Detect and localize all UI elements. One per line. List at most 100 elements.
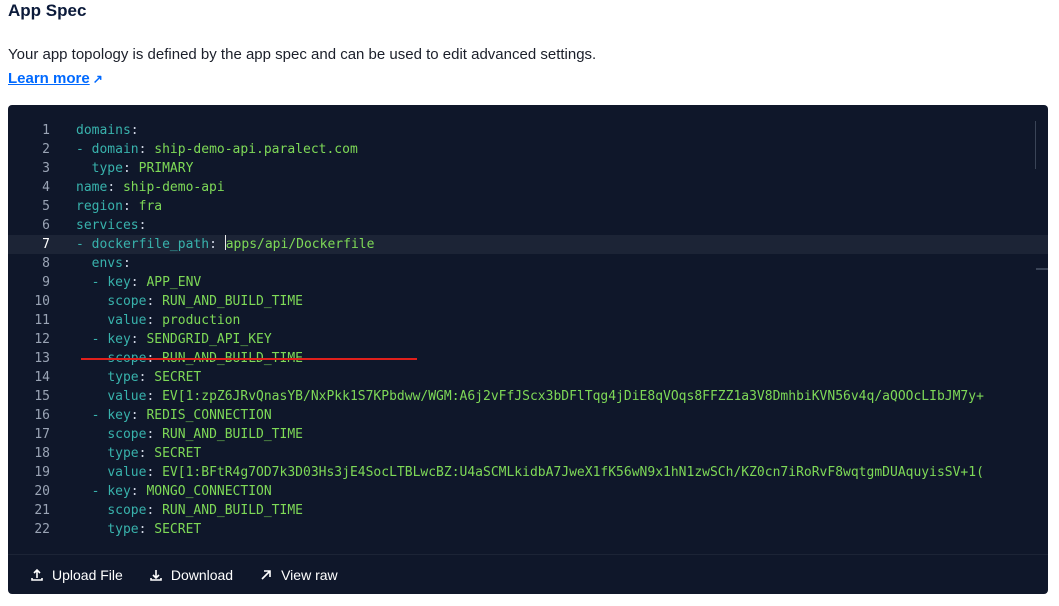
yaml-key: type bbox=[107, 446, 139, 461]
code-text: region: fra bbox=[76, 199, 163, 214]
code-line[interactable]: 5 region: fra bbox=[8, 197, 1048, 216]
yaml-key: key bbox=[107, 332, 131, 347]
line-number: 4 bbox=[42, 180, 50, 195]
yaml-value: fra bbox=[138, 199, 163, 214]
yaml-value: production bbox=[162, 313, 241, 328]
arrow-up-right-icon bbox=[261, 569, 271, 580]
yaml-key: key bbox=[107, 408, 131, 423]
yaml-value: REDIS_CONNECTION bbox=[146, 408, 272, 423]
line-number: 5 bbox=[42, 199, 50, 214]
line-number: 10 bbox=[34, 294, 50, 309]
view-raw-button[interactable]: View raw bbox=[259, 567, 338, 583]
code-line[interactable]: 11 value: production bbox=[8, 311, 1048, 330]
code-line[interactable]: 21 scope: RUN_AND_BUILD_TIME bbox=[8, 501, 1048, 520]
line-number: 8 bbox=[42, 256, 50, 271]
yaml-key: type bbox=[107, 522, 139, 537]
yaml-value: RUN_AND_BUILD_TIME bbox=[162, 427, 303, 442]
code-line[interactable]: 6 services: bbox=[8, 216, 1048, 235]
line-number: 16 bbox=[34, 408, 50, 423]
line-number: 18 bbox=[34, 446, 50, 461]
yaml-value: SECRET bbox=[154, 370, 202, 385]
yaml-key: value bbox=[107, 465, 147, 480]
code-line[interactable]: 17 scope: RUN_AND_BUILD_TIME bbox=[8, 425, 1048, 444]
code-text: scope: RUN_AND_BUILD_TIME bbox=[107, 503, 303, 518]
line-number: 12 bbox=[34, 332, 50, 347]
code-text: domains: bbox=[76, 123, 139, 138]
yaml-key: dockerfile_path bbox=[91, 237, 210, 252]
yaml-value: MONGO_CONNECTION bbox=[146, 484, 272, 499]
yaml-key: scope bbox=[107, 294, 147, 309]
yaml-key: region bbox=[76, 199, 123, 214]
line-number: 22 bbox=[34, 522, 50, 537]
code-line[interactable]: 22 type: SECRET bbox=[8, 520, 1048, 539]
yaml-value: apps/api/Dockerfile bbox=[225, 237, 375, 252]
code-text: type: SECRET bbox=[107, 370, 202, 385]
code-lines[interactable]: 1 domains: 2 - domain: ship-demo-api.parale… bbox=[8, 121, 1048, 539]
code-line[interactable]: 4 name: ship-demo-api bbox=[8, 178, 1048, 197]
yaml-key: key bbox=[107, 484, 131, 499]
app-spec-description: Your app topology is defined by the app … bbox=[8, 43, 608, 91]
line-number: 15 bbox=[34, 389, 50, 404]
code-line[interactable]: 1 domains: bbox=[8, 121, 1048, 140]
download-button[interactable]: Download bbox=[149, 567, 233, 583]
code-text: envs: bbox=[91, 256, 131, 271]
code-text: value: EV[1:BFtR4g7OD7k3D03Hs3jE4SocLTBL… bbox=[107, 465, 984, 480]
code-line[interactable]: 2 - domain: ship-demo-api.paralect.com bbox=[8, 140, 1048, 159]
yaml-key: value bbox=[107, 313, 147, 328]
line-number: 13 bbox=[34, 351, 50, 366]
code-text: services: bbox=[76, 218, 147, 233]
line-number: 14 bbox=[34, 370, 50, 385]
yaml-value: EV[1:zpZ6JRvQnasYB/NxPkk1S7KPbdww/WGM:A6… bbox=[162, 389, 984, 404]
description-text: Your app topology is defined by the app … bbox=[8, 46, 597, 63]
code-line[interactable]: 14 type: SECRET bbox=[8, 368, 1048, 387]
line-number: 19 bbox=[34, 465, 50, 480]
code-line[interactable]: 9 - key: APP_ENV bbox=[8, 273, 1048, 292]
line-number: 6 bbox=[42, 218, 50, 233]
line-number: 3 bbox=[42, 161, 50, 176]
yaml-key: scope bbox=[107, 503, 147, 518]
code-line[interactable]: 16 - key: REDIS_CONNECTION bbox=[8, 406, 1048, 425]
code-line[interactable]: 18 type: SECRET bbox=[8, 444, 1048, 463]
code-text: scope: RUN_AND_BUILD_TIME bbox=[107, 427, 303, 442]
upload-file-button[interactable]: Upload File bbox=[30, 567, 123, 583]
yaml-value: RUN_AND_BUILD_TIME bbox=[162, 503, 303, 518]
code-text: - key: REDIS_CONNECTION bbox=[91, 408, 272, 423]
code-line[interactable]: 10 scope: RUN_AND_BUILD_TIME bbox=[8, 292, 1048, 311]
code-line[interactable]: 19 value: EV[1:BFtR4g7OD7k3D03Hs3jE4SocL… bbox=[8, 463, 1048, 482]
editor-scrollbar[interactable] bbox=[1035, 121, 1048, 169]
yaml-value: APP_ENV bbox=[146, 275, 202, 290]
line-number: 11 bbox=[34, 313, 50, 328]
yaml-key: name bbox=[76, 180, 108, 195]
yaml-value: SENDGRID_API_KEY bbox=[146, 332, 272, 347]
line-number: 9 bbox=[42, 275, 50, 290]
code-line[interactable]: 7 - dockerfile_path: apps/api/Dockerfile bbox=[8, 235, 1048, 254]
yaml-value: SECRET bbox=[154, 446, 202, 461]
code-line[interactable]: 20 - key: MONGO_CONNECTION bbox=[8, 482, 1048, 501]
code-editor[interactable]: 1 domains: 2 - domain: ship-demo-api.parale… bbox=[8, 105, 1048, 554]
code-text: - key: SENDGRID_API_KEY bbox=[91, 332, 272, 347]
yaml-key: domains bbox=[76, 123, 131, 138]
yaml-key: type bbox=[91, 161, 123, 176]
code-text: type: SECRET bbox=[107, 522, 202, 537]
code-text: - dockerfile_path: apps/api/Dockerfile bbox=[76, 235, 375, 252]
yaml-value: ship-demo-api.paralect.com bbox=[154, 142, 358, 157]
code-text: - domain: ship-demo-api.paralect.com bbox=[76, 142, 358, 157]
code-line[interactable]: 12 - key: SENDGRID_API_KEY bbox=[8, 330, 1048, 349]
code-line[interactable]: 3 type: PRIMARY bbox=[8, 159, 1048, 178]
scrollbar-marker bbox=[1036, 268, 1048, 270]
yaml-key: type bbox=[107, 370, 139, 385]
line-number: 21 bbox=[34, 503, 50, 518]
yaml-key: value bbox=[107, 389, 147, 404]
code-line[interactable]: 15 value: EV[1:zpZ6JRvQnasYB/NxPkk1S7KPb… bbox=[8, 387, 1048, 406]
code-text: type: PRIMARY bbox=[91, 161, 194, 176]
code-text: scope: RUN_AND_BUILD_TIME bbox=[107, 294, 303, 309]
code-text: name: ship-demo-api bbox=[76, 180, 225, 195]
external-link-icon: ↗ bbox=[92, 72, 103, 86]
yaml-value: EV[1:BFtR4g7OD7k3D03Hs3jE4SocLTBLwcBZ:U4… bbox=[162, 465, 984, 480]
learn-more-link[interactable]: Learn more ↗ bbox=[8, 70, 103, 87]
code-line[interactable]: 8 envs: bbox=[8, 254, 1048, 273]
code-text: - key: APP_ENV bbox=[91, 275, 202, 290]
line-number: 20 bbox=[34, 484, 50, 499]
yaml-value: PRIMARY bbox=[138, 161, 194, 176]
editor-footer: Upload File Download View raw bbox=[8, 554, 1048, 594]
